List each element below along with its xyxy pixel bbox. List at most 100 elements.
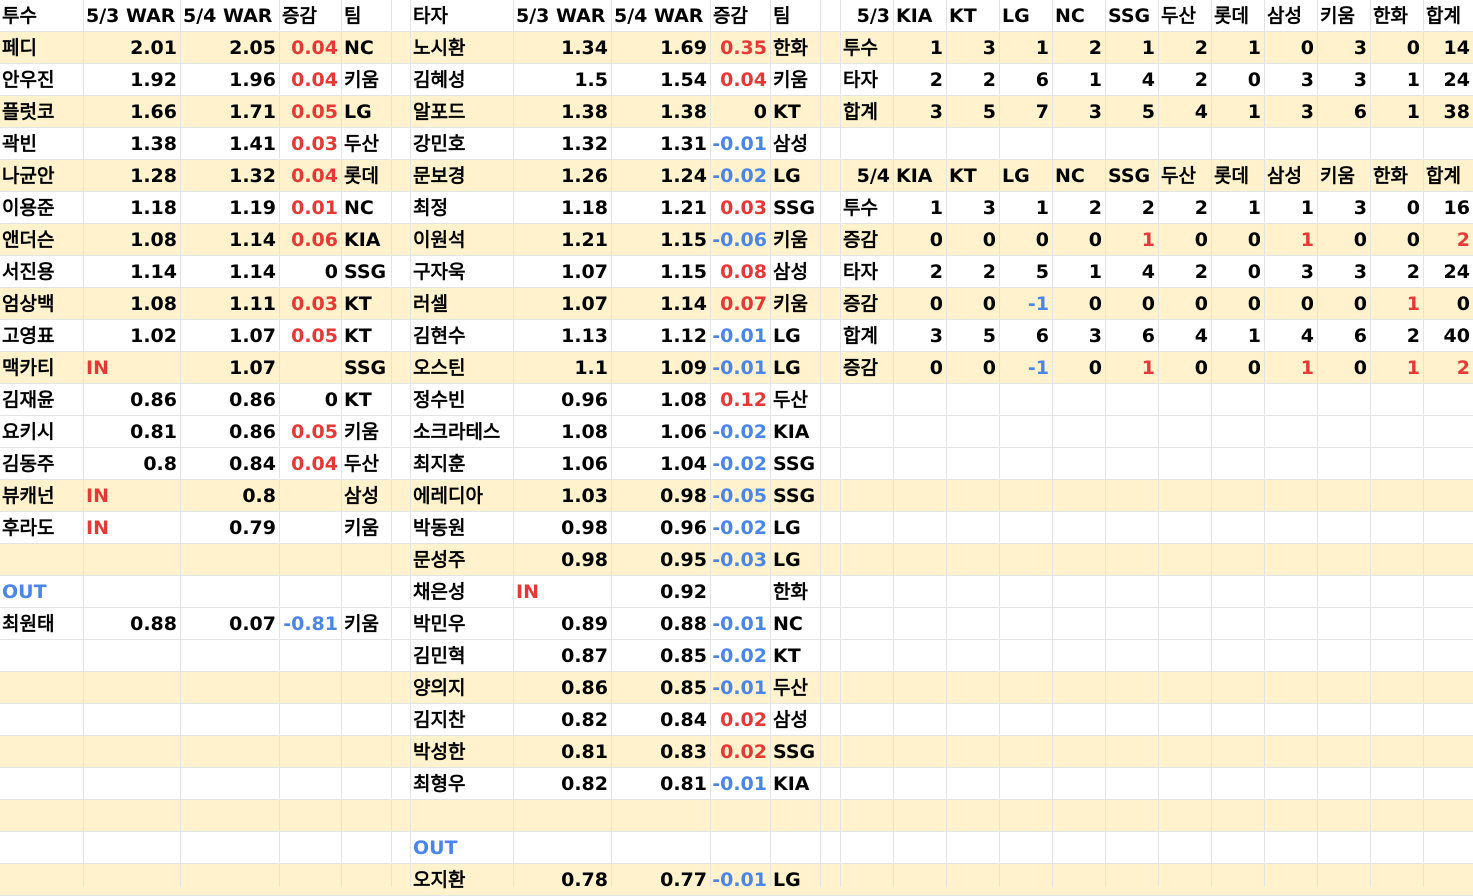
summary-54-count-cell[interactable]: 1 (1265, 224, 1317, 256)
batter-war-53-cell[interactable]: 1.07 (514, 256, 611, 288)
summary-54-row-label[interactable]: 증감 (841, 288, 895, 320)
pitcher-war-54-cell[interactable]: 0.07 (181, 608, 279, 640)
pitcher-player-name-cell[interactable]: 최원태 (0, 608, 85, 640)
summary-53-row-label[interactable]: 타자 (841, 64, 895, 96)
summary-54-header-cell[interactable]: KIA (894, 160, 948, 192)
pitcher-war-delta-cell[interactable]: 0 (280, 256, 341, 288)
batter-war-delta-cell[interactable]: 0.35 (711, 32, 770, 64)
batter-war-delta-cell[interactable]: 0 (711, 96, 770, 128)
pitcher-war-54-cell[interactable]: 1.14 (181, 224, 279, 256)
pitcher-war-54-cell[interactable]: 1.96 (181, 64, 279, 96)
summary-54-row-label[interactable]: 합계 (841, 320, 895, 352)
batter-war-54-cell[interactable]: 1.08 (612, 384, 710, 416)
summary-54-header-cell[interactable]: 한화 (1371, 160, 1425, 192)
summary-54-count-cell[interactable]: -1 (1000, 288, 1052, 320)
batter-war-54-cell[interactable]: 1.06 (612, 416, 710, 448)
pitcher-war-54-cell[interactable]: 0.79 (181, 512, 279, 544)
pitcher-war-delta-cell[interactable] (280, 480, 341, 512)
batter-player-name-cell[interactable]: 노시환 (411, 32, 515, 64)
pitcher-team-cell[interactable]: 키움 (342, 416, 393, 448)
summary-54-header-cell[interactable]: 5/4 (841, 160, 893, 192)
summary-53-header-cell[interactable]: 삼성 (1265, 0, 1319, 32)
summary-54-count-cell[interactable]: 0 (1053, 352, 1105, 384)
summary-53-row-label[interactable]: 합계 (841, 96, 895, 128)
batter-war-54-cell[interactable]: 0.85 (612, 640, 710, 672)
pitcher-war-53-cell[interactable]: 1.08 (84, 224, 180, 256)
pitcher-war-53-cell[interactable]: 1.28 (84, 160, 180, 192)
summary-54-count-cell[interactable]: 0 (1371, 224, 1423, 256)
batter-war-54-cell[interactable]: 1.69 (612, 32, 710, 64)
summary-54-count-cell[interactable]: 3 (894, 320, 946, 352)
pitcher-war-54-cell[interactable] (181, 544, 279, 576)
batter-player-name-cell[interactable]: 박동원 (411, 512, 515, 544)
batter-war-54-cell[interactable]: 0.95 (612, 544, 710, 576)
batter-player-name-cell[interactable]: 김지찬 (411, 704, 515, 736)
summary-54-count-cell[interactable]: 40 (1424, 320, 1473, 352)
batter-header-cell[interactable]: 팀 (771, 0, 822, 32)
summary-53-count-cell[interactable]: 14 (1424, 32, 1473, 64)
pitcher-team-cell[interactable]: 키움 (342, 512, 393, 544)
pitcher-player-name-cell[interactable]: 엄상백 (0, 288, 85, 320)
pitcher-war-delta-cell[interactable]: 0.06 (280, 224, 341, 256)
batter-header-cell[interactable]: 증감 (711, 0, 772, 32)
summary-53-count-cell[interactable]: 2 (1159, 32, 1211, 64)
summary-53-header-cell[interactable]: NC (1053, 0, 1107, 32)
batter-player-name-cell[interactable]: 소크라테스 (411, 416, 515, 448)
summary-53-count-cell[interactable]: 3 (1318, 32, 1370, 64)
summary-53-count-cell[interactable]: 1 (894, 32, 946, 64)
summary-53-count-cell[interactable]: 3 (947, 32, 999, 64)
batter-war-53-cell[interactable]: 1.34 (514, 32, 611, 64)
batter-player-name-cell[interactable]: 알포드 (411, 96, 515, 128)
batter-war-delta-cell[interactable]: -0.01 (711, 352, 770, 384)
summary-54-count-cell[interactable]: 1 (1212, 320, 1264, 352)
pitcher-war-53-cell[interactable]: IN (84, 512, 182, 544)
batter-player-name-cell[interactable]: 채은성 (411, 576, 515, 608)
batter-header-cell[interactable]: 5/4 WAR (612, 0, 712, 32)
summary-53-header-cell[interactable]: 5/3 (841, 0, 893, 32)
batter-war-53-cell[interactable]: 1.06 (514, 448, 611, 480)
pitcher-war-delta-cell[interactable] (280, 544, 341, 576)
summary-53-header-cell[interactable]: 두산 (1159, 0, 1213, 32)
summary-54-count-cell[interactable]: 6 (1106, 320, 1158, 352)
summary-53-count-cell[interactable]: 2 (947, 64, 999, 96)
pitcher-header-cell[interactable]: 증감 (280, 0, 343, 32)
pitcher-player-name-cell[interactable]: 고영표 (0, 320, 85, 352)
batter-player-name-cell[interactable]: 최정 (411, 192, 515, 224)
summary-53-header-cell[interactable]: 키움 (1318, 0, 1372, 32)
summary-53-count-cell[interactable]: 1 (1212, 96, 1264, 128)
summary-53-count-cell[interactable]: 5 (1106, 96, 1158, 128)
batter-team-cell[interactable]: 삼성 (771, 704, 822, 736)
summary-54-count-cell[interactable]: 0 (1159, 224, 1211, 256)
batter-war-delta-cell[interactable] (711, 576, 770, 608)
batter-war-54-cell[interactable]: 1.31 (612, 128, 710, 160)
pitcher-player-name-cell[interactable]: 김동주 (0, 448, 85, 480)
summary-54-header-cell[interactable]: 키움 (1318, 160, 1372, 192)
batter-player-name-cell[interactable]: 최형우 (411, 768, 515, 800)
batter-war-54-cell[interactable]: 1.15 (612, 224, 710, 256)
batter-war-delta-cell[interactable]: 0.08 (711, 256, 770, 288)
pitcher-player-name-cell[interactable]: 플럿코 (0, 96, 85, 128)
pitcher-player-name-cell[interactable]: 김재윤 (0, 384, 85, 416)
summary-54-count-cell[interactable]: 3 (1318, 256, 1370, 288)
summary-53-count-cell[interactable]: 7 (1000, 96, 1052, 128)
batter-player-name-cell[interactable]: 최지훈 (411, 448, 515, 480)
summary-54-count-cell[interactable]: 1 (1371, 352, 1423, 384)
summary-53-count-cell[interactable]: 5 (947, 96, 999, 128)
summary-53-count-cell[interactable]: 4 (1106, 64, 1158, 96)
batter-war-delta-cell[interactable]: 0.02 (711, 736, 770, 768)
pitcher-war-53-cell[interactable]: 1.38 (84, 128, 180, 160)
pitcher-war-delta-cell[interactable]: 0.05 (280, 320, 341, 352)
pitcher-war-54-cell[interactable]: 0.86 (181, 384, 279, 416)
pitcher-player-name-cell[interactable]: 나균안 (0, 160, 85, 192)
batter-player-name-cell[interactable]: 양의지 (411, 672, 515, 704)
summary-54-header-cell[interactable]: 삼성 (1265, 160, 1319, 192)
batter-war-53-cell[interactable]: 0.89 (514, 608, 611, 640)
summary-54-count-cell[interactable]: 0 (947, 288, 999, 320)
batter-war-53-cell[interactable]: 0.98 (514, 512, 611, 544)
batter-war-delta-cell[interactable]: -0.05 (711, 480, 770, 512)
batter-war-delta-cell[interactable]: -0.02 (711, 512, 770, 544)
summary-53-count-cell[interactable]: 3 (894, 96, 946, 128)
batter-war-54-cell[interactable]: 1.24 (612, 160, 710, 192)
summary-53-header-cell[interactable]: KIA (894, 0, 948, 32)
summary-53-count-cell[interactable]: 4 (1159, 96, 1211, 128)
